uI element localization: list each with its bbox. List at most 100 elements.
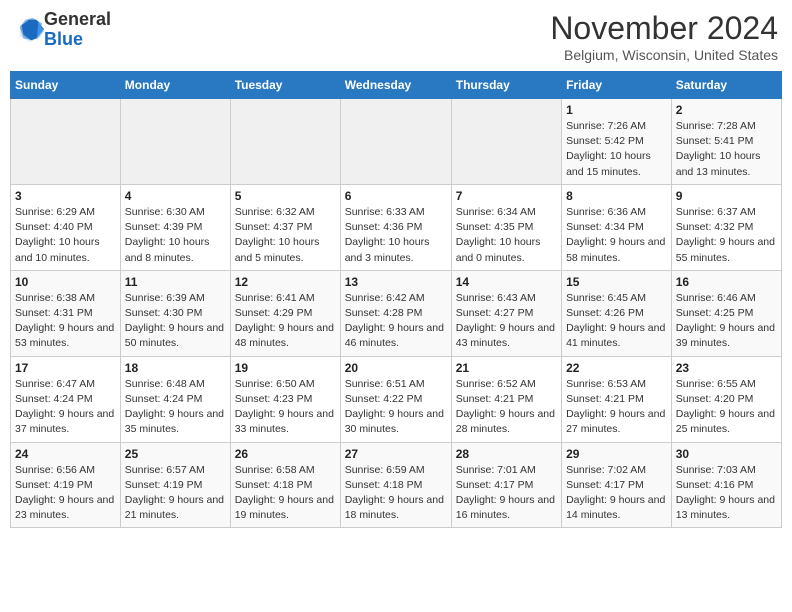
day-number: 11 — [125, 275, 226, 289]
day-info: Sunrise: 6:46 AMSunset: 4:25 PMDaylight:… — [676, 291, 777, 352]
calendar-day-cell: 24 Sunrise: 6:56 AMSunset: 4:19 PMDayligh… — [11, 442, 121, 528]
calendar-day-cell: 19 Sunrise: 6:50 AMSunset: 4:23 PMDayligh… — [230, 356, 340, 442]
day-info: Sunrise: 6:36 AMSunset: 4:34 PMDaylight:… — [566, 205, 667, 266]
day-info: Sunrise: 7:01 AMSunset: 4:17 PMDaylight:… — [456, 463, 557, 524]
calendar-day-cell: 15Sunrise: 6:45 AMSunset: 4:26 PMDayligh… — [562, 270, 672, 356]
day-info: Sunrise: 6:55 AMSunset: 4:20 PMDaylight:… — [676, 377, 777, 438]
calendar-day-cell: 23Sunrise: 6:55 AMSunset: 4:20 PMDayligh… — [671, 356, 781, 442]
day-info: Sunrise: 6:33 AMSunset: 4:36 PMDaylight:… — [345, 205, 447, 266]
day-info: Sunrise: 7:03 AMSunset: 4:16 PMDaylight:… — [676, 463, 777, 524]
day-number: 14 — [456, 275, 557, 289]
calendar-day-cell — [120, 99, 230, 185]
location-subtitle: Belgium, Wisconsin, United States — [550, 47, 778, 63]
day-number: 2 — [676, 103, 777, 117]
calendar-day-cell: 2 Sunrise: 7:28 AMSunset: 5:41 PMDaylight… — [671, 99, 781, 185]
calendar-day-cell — [340, 99, 451, 185]
day-number: 13 — [345, 275, 447, 289]
day-number: 6 — [345, 189, 447, 203]
calendar-day-cell: 3 Sunrise: 6:29 AMSunset: 4:40 PMDaylight… — [11, 184, 121, 270]
weekday-header-monday: Monday — [120, 72, 230, 99]
day-number: 7 — [456, 189, 557, 203]
logo-icon — [16, 16, 44, 44]
day-number: 10 — [15, 275, 116, 289]
calendar-table: SundayMondayTuesdayWednesdayThursdayFrid… — [10, 71, 782, 528]
day-info: Sunrise: 6:56 AMSunset: 4:19 PMDaylight:… — [15, 463, 116, 524]
calendar-day-cell: 9 Sunrise: 6:37 AMSunset: 4:32 PMDaylight… — [671, 184, 781, 270]
weekday-header-thursday: Thursday — [451, 72, 561, 99]
calendar-day-cell: 28 Sunrise: 7:01 AMSunset: 4:17 PMDayligh… — [451, 442, 561, 528]
day-info: Sunrise: 6:32 AMSunset: 4:37 PMDaylight:… — [235, 205, 336, 266]
day-number: 17 — [15, 361, 116, 375]
day-number: 9 — [676, 189, 777, 203]
day-info: Sunrise: 6:38 AMSunset: 4:31 PMDaylight:… — [15, 291, 116, 352]
title-area: November 2024 Belgium, Wisconsin, United… — [550, 10, 778, 63]
calendar-day-cell: 25Sunrise: 6:57 AMSunset: 4:19 PMDayligh… — [120, 442, 230, 528]
day-number: 4 — [125, 189, 226, 203]
day-number: 20 — [345, 361, 447, 375]
day-number: 15 — [566, 275, 667, 289]
calendar-week-row: 24 Sunrise: 6:56 AMSunset: 4:19 PMDayligh… — [11, 442, 782, 528]
day-info: Sunrise: 7:28 AMSunset: 5:41 PMDaylight:… — [676, 119, 777, 180]
day-number: 8 — [566, 189, 667, 203]
day-number: 16 — [676, 275, 777, 289]
weekday-header-saturday: Saturday — [671, 72, 781, 99]
calendar-day-cell: 1 Sunrise: 7:26 AMSunset: 5:42 PMDaylight… — [562, 99, 672, 185]
calendar-day-cell — [11, 99, 121, 185]
day-info: Sunrise: 6:30 AMSunset: 4:39 PMDaylight:… — [125, 205, 226, 266]
calendar-day-cell: 14 Sunrise: 6:43 AMSunset: 4:27 PMDayligh… — [451, 270, 561, 356]
weekday-header-wednesday: Wednesday — [340, 72, 451, 99]
logo-blue-text: Blue — [44, 29, 83, 49]
day-info: Sunrise: 6:29 AMSunset: 4:40 PMDaylight:… — [15, 205, 116, 266]
calendar-day-cell: 7 Sunrise: 6:34 AMSunset: 4:35 PMDaylight… — [451, 184, 561, 270]
calendar-day-cell: 26 Sunrise: 6:58 AMSunset: 4:18 PMDayligh… — [230, 442, 340, 528]
day-info: Sunrise: 7:02 AMSunset: 4:17 PMDaylight:… — [566, 463, 667, 524]
day-info: Sunrise: 6:42 AMSunset: 4:28 PMDaylight:… — [345, 291, 447, 352]
calendar-day-cell: 17Sunrise: 6:47 AMSunset: 4:24 PMDayligh… — [11, 356, 121, 442]
day-info: Sunrise: 6:43 AMSunset: 4:27 PMDaylight:… — [456, 291, 557, 352]
day-info: Sunrise: 6:57 AMSunset: 4:19 PMDaylight:… — [125, 463, 226, 524]
day-info: Sunrise: 6:52 AMSunset: 4:21 PMDaylight:… — [456, 377, 557, 438]
day-number: 30 — [676, 447, 777, 461]
weekday-header-friday: Friday — [562, 72, 672, 99]
day-number: 12 — [235, 275, 336, 289]
day-info: Sunrise: 7:26 AMSunset: 5:42 PMDaylight:… — [566, 119, 667, 180]
calendar-day-cell — [451, 99, 561, 185]
header: General Blue November 2024 Belgium, Wisc… — [10, 10, 782, 63]
day-number: 1 — [566, 103, 667, 117]
day-info: Sunrise: 6:48 AMSunset: 4:24 PMDaylight:… — [125, 377, 226, 438]
day-number: 24 — [15, 447, 116, 461]
day-info: Sunrise: 6:34 AMSunset: 4:35 PMDaylight:… — [456, 205, 557, 266]
day-number: 19 — [235, 361, 336, 375]
calendar-day-cell: 12 Sunrise: 6:41 AMSunset: 4:29 PMDayligh… — [230, 270, 340, 356]
day-number: 18 — [125, 361, 226, 375]
calendar-day-cell: 11 Sunrise: 6:39 AMSunset: 4:30 PMDayligh… — [120, 270, 230, 356]
logo: General Blue — [14, 10, 111, 50]
day-number: 22 — [566, 361, 667, 375]
day-info: Sunrise: 6:41 AMSunset: 4:29 PMDaylight:… — [235, 291, 336, 352]
calendar-day-cell: 6 Sunrise: 6:33 AMSunset: 4:36 PMDaylight… — [340, 184, 451, 270]
day-info: Sunrise: 6:39 AMSunset: 4:30 PMDaylight:… — [125, 291, 226, 352]
day-info: Sunrise: 6:50 AMSunset: 4:23 PMDaylight:… — [235, 377, 336, 438]
day-number: 27 — [345, 447, 447, 461]
day-number: 5 — [235, 189, 336, 203]
calendar-day-cell: 27Sunrise: 6:59 AMSunset: 4:18 PMDayligh… — [340, 442, 451, 528]
day-number: 26 — [235, 447, 336, 461]
calendar-day-cell: 5 Sunrise: 6:32 AMSunset: 4:37 PMDaylight… — [230, 184, 340, 270]
calendar-day-cell: 22Sunrise: 6:53 AMSunset: 4:21 PMDayligh… — [562, 356, 672, 442]
day-info: Sunrise: 6:37 AMSunset: 4:32 PMDaylight:… — [676, 205, 777, 266]
calendar-day-cell: 4 Sunrise: 6:30 AMSunset: 4:39 PMDaylight… — [120, 184, 230, 270]
calendar-week-row: 3 Sunrise: 6:29 AMSunset: 4:40 PMDaylight… — [11, 184, 782, 270]
month-title: November 2024 — [550, 10, 778, 47]
calendar-day-cell: 30 Sunrise: 7:03 AMSunset: 4:16 PMDayligh… — [671, 442, 781, 528]
calendar-day-cell: 16 Sunrise: 6:46 AMSunset: 4:25 PMDayligh… — [671, 270, 781, 356]
calendar-day-cell — [230, 99, 340, 185]
logo-general-text: General — [44, 9, 111, 29]
day-number: 3 — [15, 189, 116, 203]
calendar-day-cell: 13 Sunrise: 6:42 AMSunset: 4:28 PMDayligh… — [340, 270, 451, 356]
calendar-day-cell: 18 Sunrise: 6:48 AMSunset: 4:24 PMDayligh… — [120, 356, 230, 442]
day-number: 29 — [566, 447, 667, 461]
day-info: Sunrise: 6:58 AMSunset: 4:18 PMDaylight:… — [235, 463, 336, 524]
calendar-day-cell: 8 Sunrise: 6:36 AMSunset: 4:34 PMDaylight… — [562, 184, 672, 270]
day-number: 28 — [456, 447, 557, 461]
weekday-header-row: SundayMondayTuesdayWednesdayThursdayFrid… — [11, 72, 782, 99]
